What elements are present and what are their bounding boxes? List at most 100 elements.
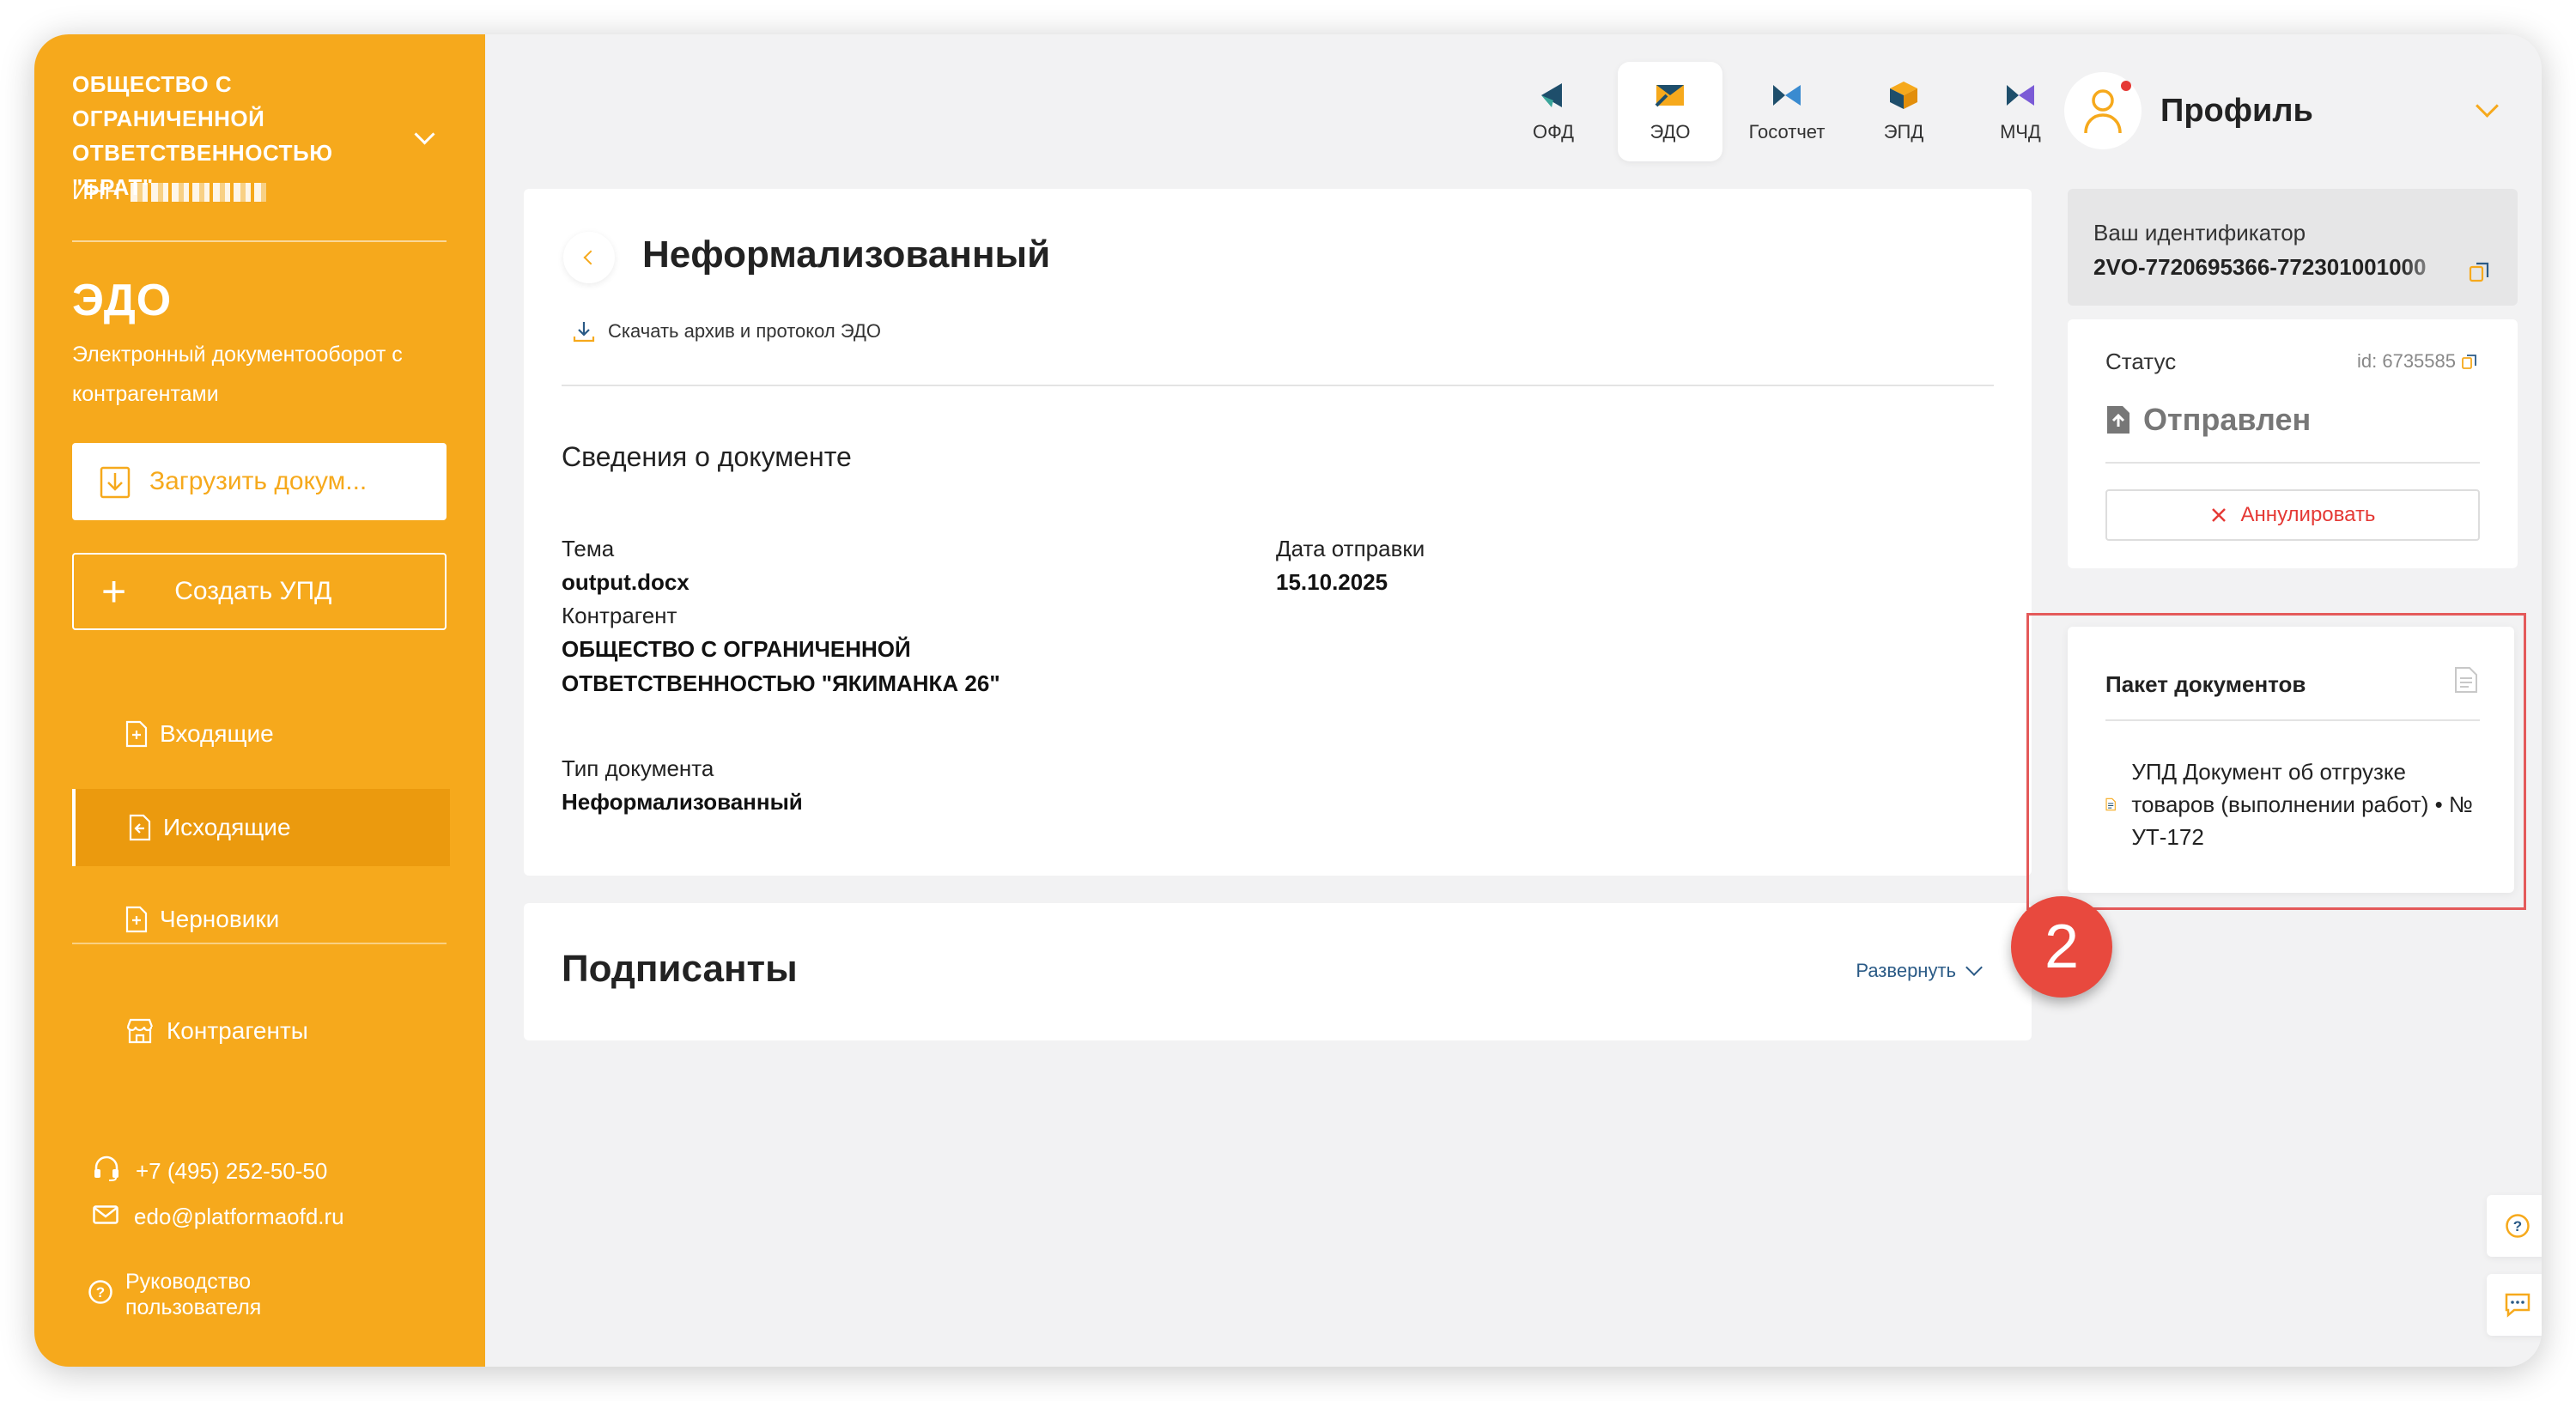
status-value: Отправлен bbox=[2143, 402, 2312, 437]
divider bbox=[72, 943, 447, 944]
divider bbox=[72, 240, 447, 242]
help-button[interactable]: ? bbox=[2487, 1195, 2542, 1257]
chevron-down-icon bbox=[1965, 959, 1983, 976]
inn-row: ИНН bbox=[72, 179, 267, 205]
notification-dot bbox=[2121, 81, 2131, 91]
download-archive-link[interactable]: Скачать архив и протокол ЭДО bbox=[572, 319, 881, 343]
status-value-row: Отправлен bbox=[2105, 402, 2311, 438]
create-upd-button[interactable]: + Создать УПД bbox=[72, 553, 447, 630]
document-package-card: Пакет документов УПД Документ об отгрузк… bbox=[2068, 627, 2514, 893]
tab-label: ОФД bbox=[1532, 121, 1574, 143]
sent-document-icon bbox=[2107, 406, 2129, 434]
chevron-left-icon bbox=[583, 250, 598, 265]
document-icon bbox=[129, 814, 151, 841]
product-tabs: ОФД ЭДО Госотчет ЭПД МЧД bbox=[1501, 62, 2073, 161]
document-icon bbox=[2105, 798, 2116, 811]
app-window: ОБЩЕСТВО С ОГРАНИЧЕННОЙ ОТВЕТСТВЕННОСТЬЮ… bbox=[34, 34, 2542, 1367]
package-item-text: УПД Документ об отгрузке товаров (выполн… bbox=[2131, 759, 2473, 850]
document-card: Неформализованный Скачать архив и проток… bbox=[524, 189, 2032, 876]
tab-epd[interactable]: ЭПД bbox=[1851, 62, 1956, 161]
back-button[interactable] bbox=[563, 232, 615, 283]
mchd-icon bbox=[2007, 85, 2034, 106]
profile-menu[interactable]: Профиль bbox=[2064, 64, 2519, 158]
upload-document-button[interactable]: Загрузить докум... bbox=[72, 443, 447, 520]
phone-contact[interactable]: +7 (495) 252-50-50 bbox=[93, 1155, 327, 1187]
ofd-icon bbox=[1541, 83, 1562, 107]
sidebar-item-incoming[interactable]: Входящие bbox=[72, 695, 447, 773]
guide-label: Руководство пользователя bbox=[125, 1270, 262, 1319]
sidebar: ОБЩЕСТВО С ОГРАНИЧЕННОЙ ОТВЕТСТВЕННОСТЬЮ… bbox=[34, 34, 485, 1367]
epd-icon bbox=[1890, 82, 1917, 109]
email-contact[interactable]: edo@platformaofd.ru bbox=[93, 1204, 344, 1230]
chevron-down-icon[interactable] bbox=[414, 124, 435, 145]
status-card: Статус id: 6735585 Отправлен Аннулироват… bbox=[2068, 319, 2518, 568]
sidebar-item-label: Черновики bbox=[160, 906, 280, 932]
tab-edo[interactable]: ЭДО bbox=[1618, 62, 1722, 161]
inn-value-masked bbox=[131, 182, 267, 202]
section-heading: Сведения о документе bbox=[562, 441, 852, 472]
phone-number: +7 (495) 252-50-50 bbox=[136, 1158, 328, 1184]
package-title: Пакет документов bbox=[2105, 671, 2306, 697]
section-title: ЭДО bbox=[72, 276, 173, 325]
sidebar-item-label: Исходящие bbox=[163, 814, 291, 840]
headset-icon bbox=[93, 1155, 120, 1187]
profile-label: Профиль bbox=[2160, 92, 2313, 129]
document-icon bbox=[125, 720, 148, 748]
download-label: Скачать архив и протокол ЭДО bbox=[608, 320, 881, 342]
edo-icon bbox=[1655, 85, 1684, 107]
section-subtitle: Электронный документооборот с контрагент… bbox=[72, 343, 403, 406]
create-label: Создать УПД bbox=[174, 577, 332, 605]
tab-label: ЭДО bbox=[1649, 121, 1691, 143]
store-icon bbox=[125, 1018, 155, 1044]
user-guide-link[interactable]: ? Руководство пользователя bbox=[88, 1269, 297, 1320]
tab-gosotchet[interactable]: Госотчет bbox=[1735, 62, 1839, 161]
mail-icon bbox=[93, 1204, 118, 1230]
sidebar-item-counterparties[interactable]: Контрагенты bbox=[72, 992, 447, 1070]
divider bbox=[562, 385, 1994, 386]
plus-icon: + bbox=[101, 567, 127, 616]
annul-label: Аннулировать bbox=[2240, 503, 2376, 526]
tab-label: Госотчет bbox=[1748, 121, 1826, 143]
download-icon bbox=[573, 322, 595, 343]
tab-label: МЧД bbox=[2000, 121, 2041, 143]
subject-label: Тема bbox=[562, 536, 615, 561]
upload-icon bbox=[100, 464, 131, 499]
counterparty-value: ОБЩЕСТВО С ОГРАНИЧЕННОЙ ОТВЕТСТВЕННОСТЬЮ… bbox=[562, 636, 1000, 696]
document-list-icon bbox=[2455, 667, 2477, 693]
avatar bbox=[2064, 72, 2142, 149]
expand-signers-link[interactable]: Развернуть bbox=[1856, 959, 1983, 982]
email-address: edo@platformaofd.ru bbox=[134, 1204, 344, 1229]
tab-ofd[interactable]: ОФД bbox=[1501, 62, 1606, 161]
user-icon bbox=[2084, 89, 2122, 134]
status-label: Статус bbox=[2105, 349, 2177, 374]
page-title: Неформализованный bbox=[642, 234, 1051, 276]
identifier-card: Ваш идентификатор 2VO-7720695366-7723010… bbox=[2068, 189, 2518, 306]
tab-mchd[interactable]: МЧД bbox=[1968, 62, 2073, 161]
status-id[interactable]: id: 6735585 bbox=[2357, 350, 2478, 373]
document-icon bbox=[125, 906, 148, 933]
expand-label: Развернуть bbox=[1856, 960, 1956, 981]
sidebar-item-label: Контрагенты bbox=[167, 1017, 308, 1044]
help-icon: ? bbox=[88, 1279, 113, 1311]
inn-label: ИНН bbox=[72, 179, 121, 204]
counterparty-label: Контрагент bbox=[562, 603, 677, 628]
divider bbox=[2105, 719, 2480, 721]
sidebar-item-drafts[interactable]: Черновики bbox=[72, 881, 447, 958]
gosotchet-icon bbox=[1773, 85, 1801, 106]
chat-button[interactable] bbox=[2487, 1274, 2542, 1336]
package-document-item[interactable]: УПД Документ об отгрузке товаров (выполн… bbox=[2105, 755, 2492, 853]
close-icon bbox=[2211, 508, 2226, 522]
help-icon: ? bbox=[2506, 1214, 2530, 1238]
copy-icon bbox=[2462, 355, 2476, 369]
svg-text:?: ? bbox=[96, 1284, 105, 1301]
step-badge: 2 bbox=[2011, 896, 2112, 998]
annul-button[interactable]: Аннулировать bbox=[2105, 489, 2480, 541]
signers-card: Подписанты Развернуть bbox=[524, 903, 2032, 1040]
doc-type-value: Неформализованный bbox=[562, 789, 803, 815]
status-id-text: id: 6735585 bbox=[2357, 350, 2456, 372]
chat-icon bbox=[2505, 1293, 2530, 1318]
copy-icon[interactable] bbox=[2468, 259, 2492, 283]
sidebar-item-outgoing[interactable]: Исходящие bbox=[72, 789, 450, 866]
sidebar-item-label: Входящие bbox=[160, 720, 274, 747]
doc-type-label: Тип документа bbox=[562, 755, 714, 781]
